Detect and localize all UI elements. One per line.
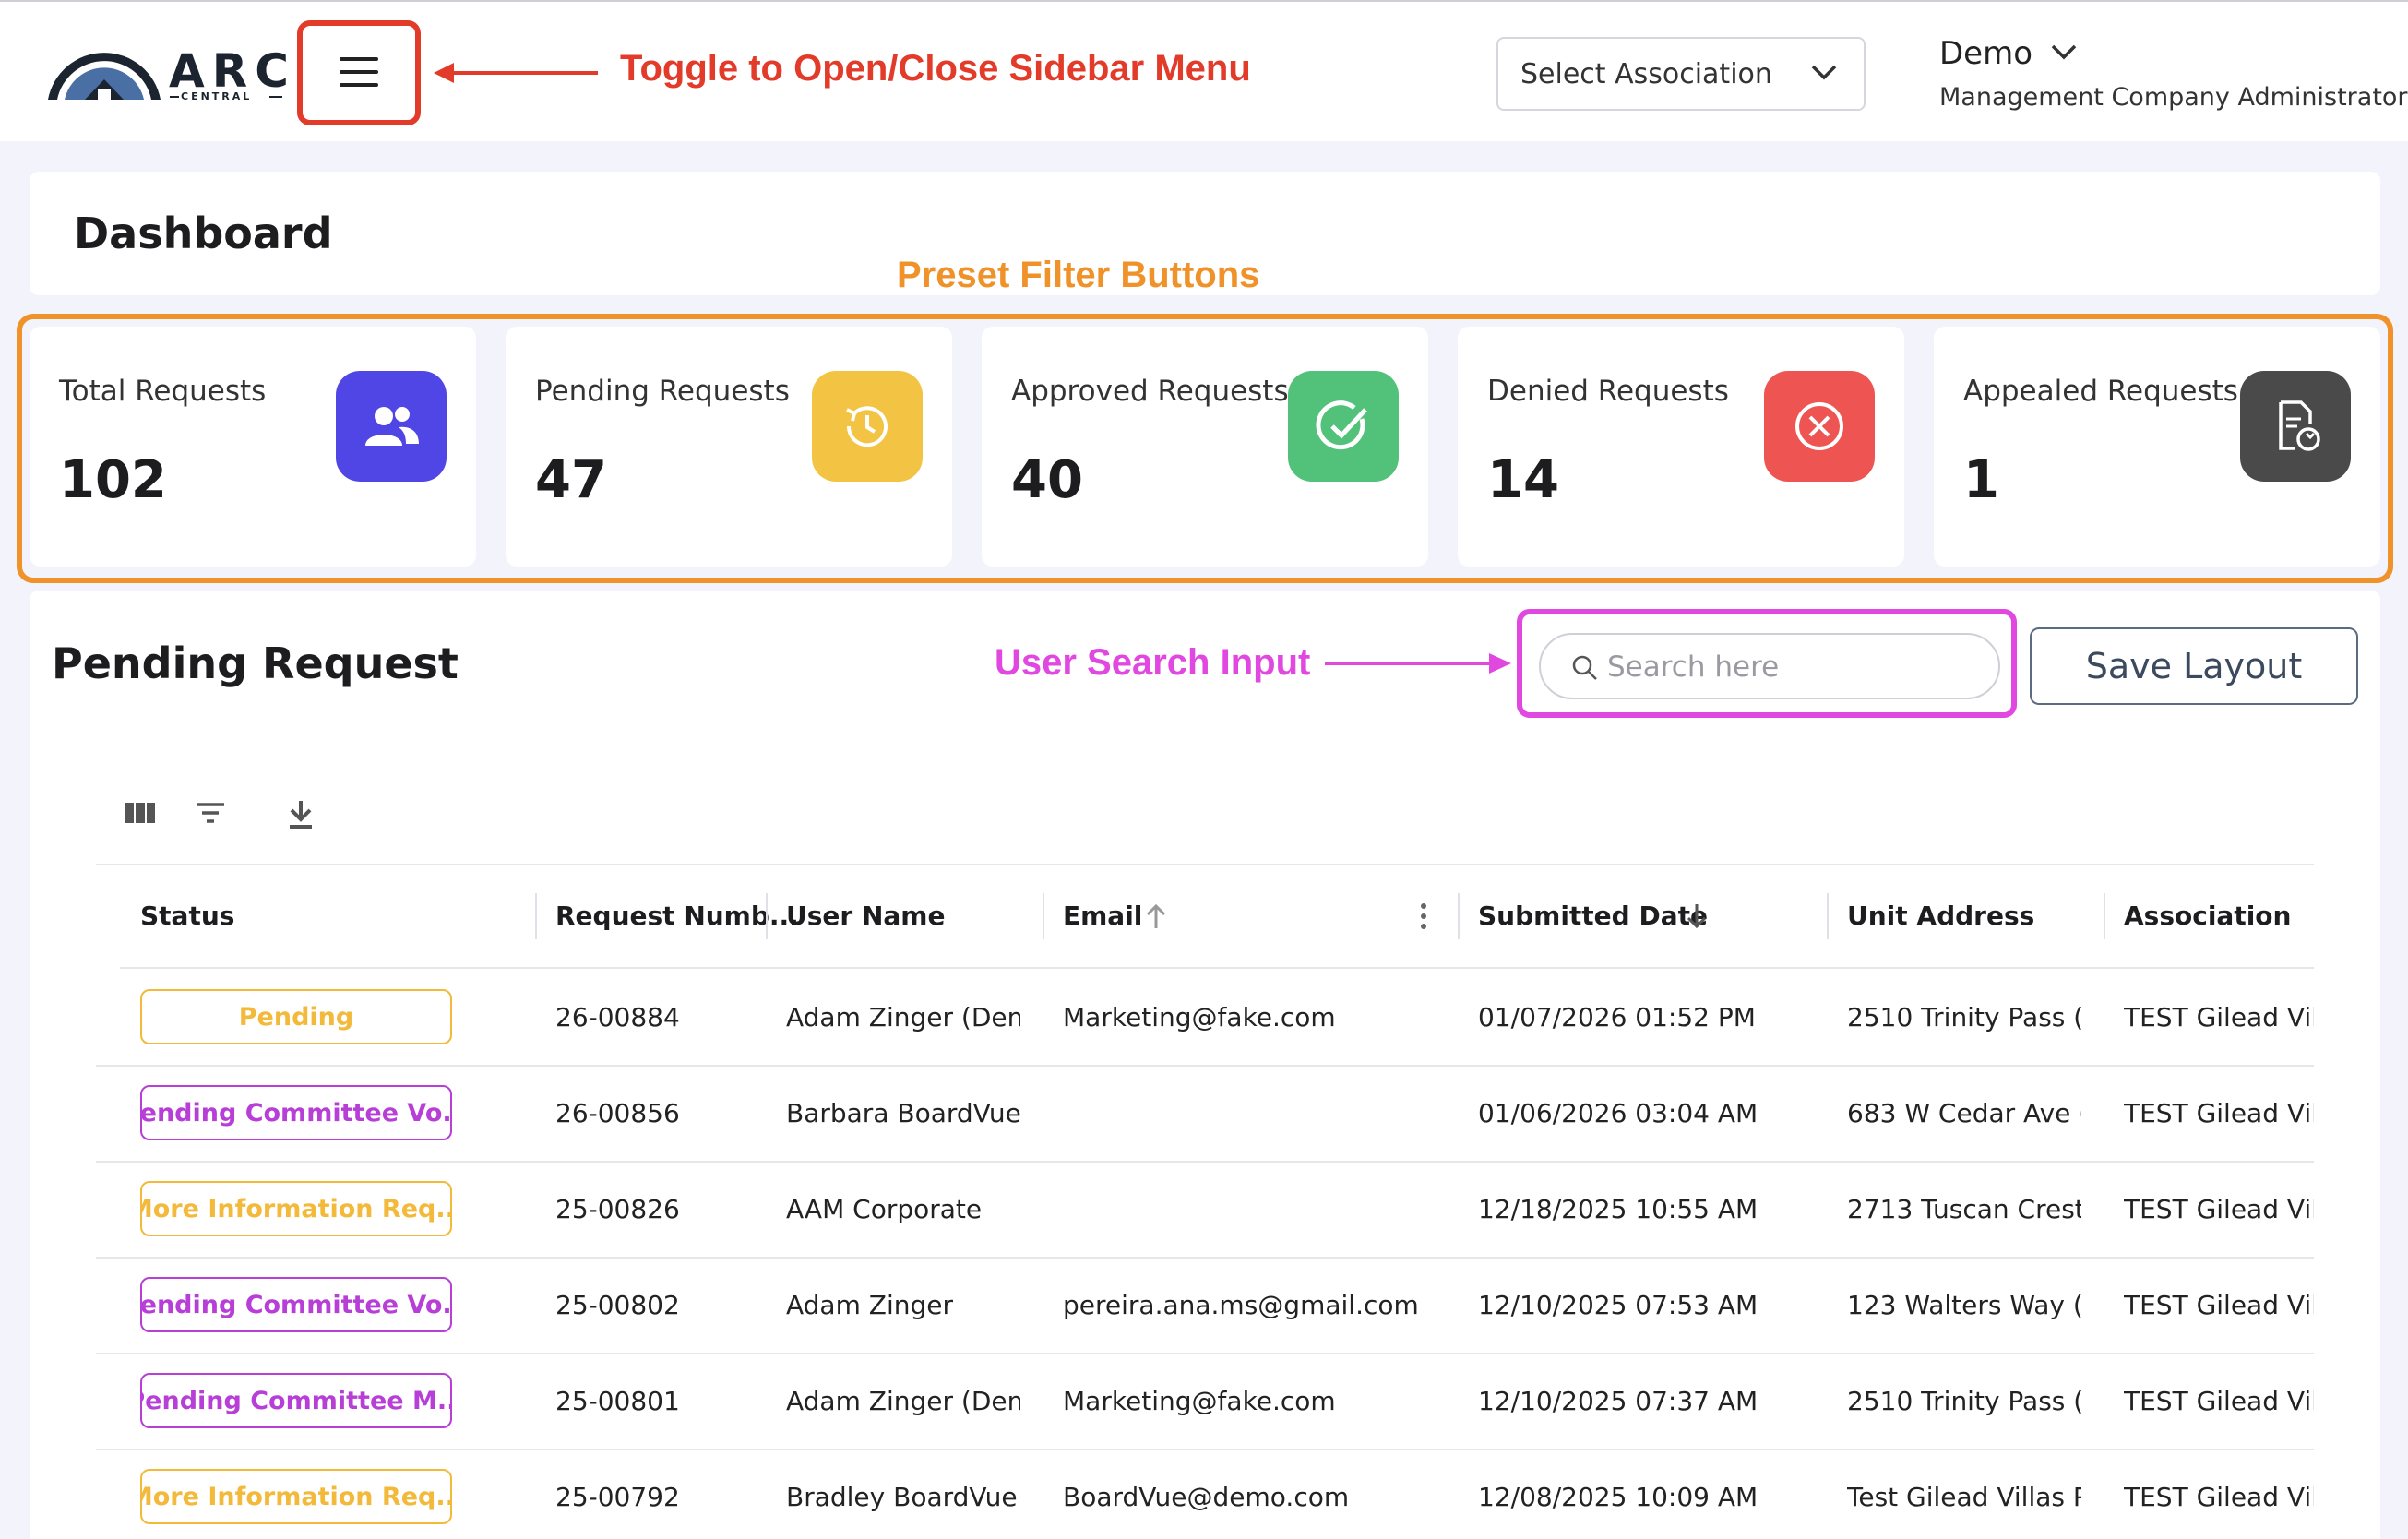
sort-arrow-up-icon[interactable] — [1144, 902, 1168, 930]
hamburger-menu-icon[interactable] — [340, 57, 378, 87]
stat-value: 14 — [1487, 450, 1559, 510]
unit-address-cell: Test Gilead Villas Pr — [1847, 1482, 2081, 1512]
history-clock-icon — [812, 371, 923, 482]
chevron-down-icon — [1811, 65, 1837, 80]
page-title: Dashboard — [74, 209, 333, 258]
user-name-cell: Bradley BoardVue (I — [786, 1482, 1020, 1512]
column-header-association[interactable]: Association — [2124, 901, 2291, 931]
user-name-cell: Adam Zinger — [786, 1290, 953, 1320]
column-header-submitted-date[interactable]: Submitted Date — [1478, 901, 1708, 931]
column-header-status[interactable]: Status — [140, 901, 234, 931]
user-role: Management Company Administrator — [1939, 83, 2408, 112]
unit-address-cell: 2713 Tuscan Crest ( — [1847, 1194, 2081, 1224]
search-icon — [1572, 655, 1597, 680]
user-name-cell: Barbara BoardVue ( — [786, 1098, 1020, 1128]
logo-subtext: CENTRAL — [181, 90, 253, 102]
unit-address-cell: 683 W Cedar Ave (E — [1847, 1098, 2081, 1128]
submitted-date-cell: 12/10/2025 07:53 AM — [1478, 1290, 1758, 1320]
request-number-cell: 26-00884 — [555, 1002, 680, 1032]
association-cell: TEST Gilead Villa — [2124, 1290, 2314, 1320]
status-badge: Pending — [140, 989, 452, 1044]
top-bar: ARC CENTRAL Toggle to Open/Close Sidebar… — [0, 0, 2408, 141]
search-input[interactable] — [1607, 644, 1976, 690]
status-badge: More Information Req... — [140, 1469, 452, 1524]
stat-label: Total Requests — [59, 375, 267, 408]
users-icon — [336, 371, 447, 482]
stat-value: 40 — [1011, 450, 1083, 510]
stat-label: Denied Requests — [1487, 375, 1729, 408]
association-select-value: Select Association — [1520, 57, 1772, 90]
submitted-date-cell: 12/18/2025 10:55 AM — [1478, 1194, 1758, 1224]
submitted-date-cell: 01/06/2026 03:04 AM — [1478, 1098, 1758, 1128]
column-header-email[interactable]: Email — [1063, 901, 1142, 931]
annotation-arrow-right-icon — [1325, 653, 1511, 674]
user-name[interactable]: Demo — [1939, 35, 2032, 72]
association-cell: TEST Gilead Villa — [2124, 1482, 2314, 1512]
document-refresh-icon — [2240, 371, 2351, 482]
filter-icon[interactable] — [194, 799, 227, 827]
request-number-cell: 26-00856 — [555, 1098, 680, 1128]
annotation-preset-filters: Preset Filter Buttons — [897, 255, 1260, 295]
columns-icon[interactable] — [124, 799, 157, 827]
search-box[interactable] — [1539, 633, 2000, 699]
section-title: Pending Request — [52, 638, 459, 688]
request-number-cell: 25-00826 — [555, 1194, 680, 1224]
stat-value: 102 — [59, 450, 167, 510]
stat-value: 1 — [1963, 450, 1999, 510]
stat-card-pending[interactable]: Pending Requests 47 — [506, 327, 952, 567]
email-cell: BoardVue@demo.com — [1063, 1482, 1350, 1512]
submitted-date-cell: 12/10/2025 07:37 AM — [1478, 1386, 1758, 1416]
association-cell: TEST Gilead Villa — [2124, 1098, 2314, 1128]
save-layout-button[interactable]: Save Layout — [2030, 627, 2358, 705]
sidebar-toggle-highlight — [297, 20, 421, 125]
annotation-user-search: User Search Input — [995, 642, 1311, 683]
association-cell: TEST Gilead Villa — [2124, 1002, 2314, 1032]
download-icon[interactable] — [284, 799, 317, 830]
stat-label: Approved Requests — [1011, 375, 1289, 408]
stat-card-appealed[interactable]: Appealed Requests 1 — [1934, 327, 2380, 567]
submitted-date-cell: 01/07/2026 01:52 PM — [1478, 1002, 1756, 1032]
arc-central-logo[interactable]: ARC CENTRAL — [44, 37, 289, 105]
user-name-cell: Adam Zinger (Demc — [786, 1386, 1020, 1416]
column-header-unit-address[interactable]: Unit Address — [1847, 901, 2034, 931]
stat-label: Pending Requests — [535, 375, 790, 408]
status-badge: Pending Committee M... — [140, 1373, 452, 1428]
request-number-cell: 25-00802 — [555, 1290, 680, 1320]
unit-address-cell: 2510 Trinity Pass (E — [1847, 1002, 2081, 1032]
stat-label: Appealed Requests — [1963, 375, 2238, 408]
sort-arrow-down-icon[interactable] — [1685, 902, 1709, 930]
email-cell: Marketing@fake.com — [1063, 1002, 1336, 1032]
status-badge: Pending Committee Vo... — [140, 1277, 452, 1332]
unit-address-cell: 2510 Trinity Pass (E — [1847, 1386, 2081, 1416]
stat-card-approved[interactable]: Approved Requests 40 — [982, 327, 1428, 567]
status-badge: Pending Committee Vo... — [140, 1085, 452, 1140]
association-cell: TEST Gilead Villa — [2124, 1386, 2314, 1416]
annotation-arrow-left-icon — [434, 63, 598, 83]
x-circle-icon — [1764, 371, 1875, 482]
user-name-cell: AAM Corporate — [786, 1194, 983, 1224]
house-logo-icon — [48, 53, 161, 100]
column-header-request-number[interactable]: Request Numb... — [555, 901, 799, 931]
column-header-user-name[interactable]: User Name — [786, 901, 945, 931]
association-select[interactable]: Select Association — [1496, 37, 1866, 111]
user-menu-chevron-icon[interactable] — [2050, 42, 2078, 61]
submitted-date-cell: 12/08/2025 10:09 AM — [1478, 1482, 1758, 1512]
stat-value: 47 — [535, 450, 607, 510]
stat-card-denied[interactable]: Denied Requests 14 — [1458, 327, 1904, 567]
email-cell: Marketing@fake.com — [1063, 1386, 1336, 1416]
annotation-sidebar-toggle: Toggle to Open/Close Sidebar Menu — [620, 48, 1251, 89]
column-menu-icon[interactable] — [1419, 901, 1428, 932]
unit-address-cell: 123 Walters Way (E — [1847, 1290, 2081, 1320]
request-number-cell: 25-00801 — [555, 1386, 680, 1416]
check-circle-icon — [1288, 371, 1399, 482]
email-cell: pereira.ana.ms@gmail.com — [1063, 1290, 1419, 1320]
request-number-cell: 25-00792 — [555, 1482, 680, 1512]
user-name-cell: Adam Zinger (Demc — [786, 1002, 1020, 1032]
status-badge: More Information Req... — [140, 1181, 452, 1236]
stat-card-total[interactable]: Total Requests 102 — [30, 327, 476, 567]
association-cell: TEST Gilead Villa — [2124, 1194, 2314, 1224]
